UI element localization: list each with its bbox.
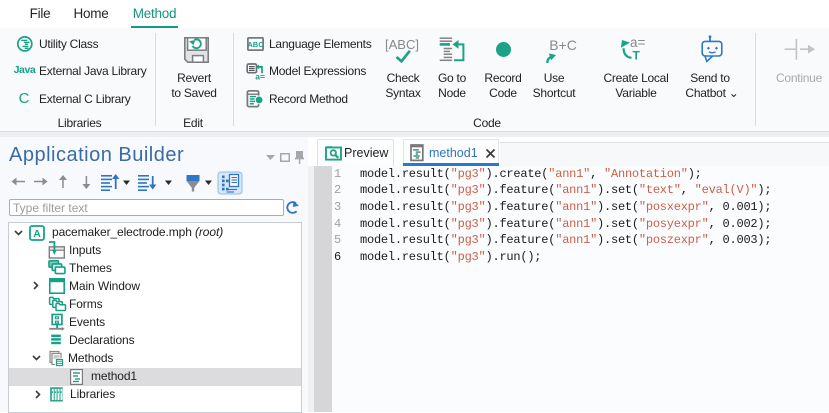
svg-text:T: T: [633, 49, 641, 63]
svg-text:A: A: [33, 228, 41, 240]
svg-text:a=: a=: [255, 71, 265, 81]
